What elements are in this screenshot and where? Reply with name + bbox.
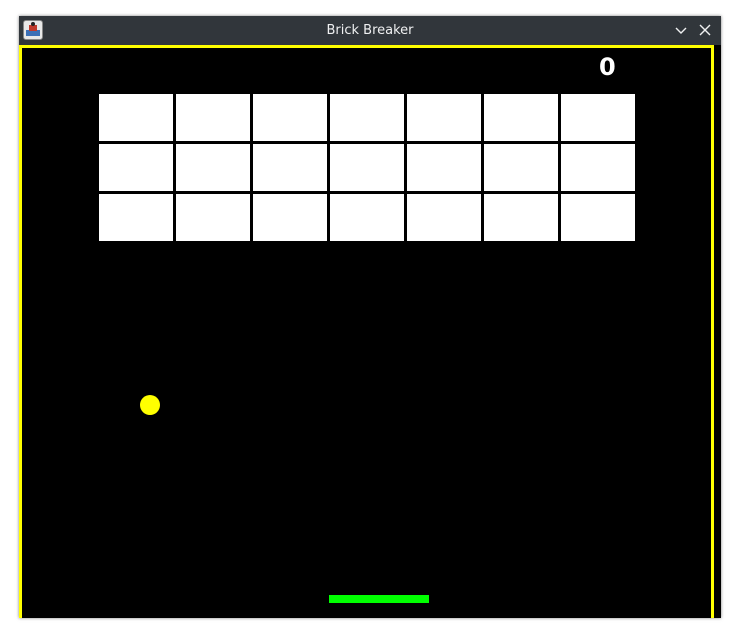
window-title: Brick Breaker: [326, 23, 414, 38]
brick: [330, 194, 407, 244]
close-icon: [699, 24, 711, 36]
brick: [484, 94, 561, 144]
brick: [407, 144, 484, 194]
brick: [561, 144, 638, 194]
brick: [330, 94, 407, 144]
brick: [176, 94, 253, 144]
brick: [484, 194, 561, 244]
brick: [561, 194, 638, 244]
brick: [176, 144, 253, 194]
title-bar[interactable]: Brick Breaker: [19, 16, 721, 45]
brick: [253, 144, 330, 194]
brick: [99, 144, 176, 194]
brick: [99, 94, 176, 144]
score-display: 0: [599, 53, 616, 81]
left-wall: [19, 45, 22, 618]
brick: [99, 194, 176, 244]
brick-grid: [99, 94, 639, 244]
top-wall: [19, 45, 714, 48]
game-window: Brick Breaker 0: [19, 16, 721, 618]
chevron-down-icon: [675, 27, 687, 34]
brick: [176, 194, 253, 244]
brick: [330, 144, 407, 194]
ball: [140, 395, 160, 415]
game-canvas[interactable]: 0: [19, 45, 721, 618]
brick: [484, 144, 561, 194]
close-button[interactable]: [697, 22, 713, 38]
brick: [253, 194, 330, 244]
minimize-button[interactable]: [673, 22, 689, 38]
brick: [407, 94, 484, 144]
paddle[interactable]: [329, 595, 429, 603]
right-wall: [711, 45, 714, 618]
brick: [407, 194, 484, 244]
brick: [561, 94, 638, 144]
brick: [253, 94, 330, 144]
